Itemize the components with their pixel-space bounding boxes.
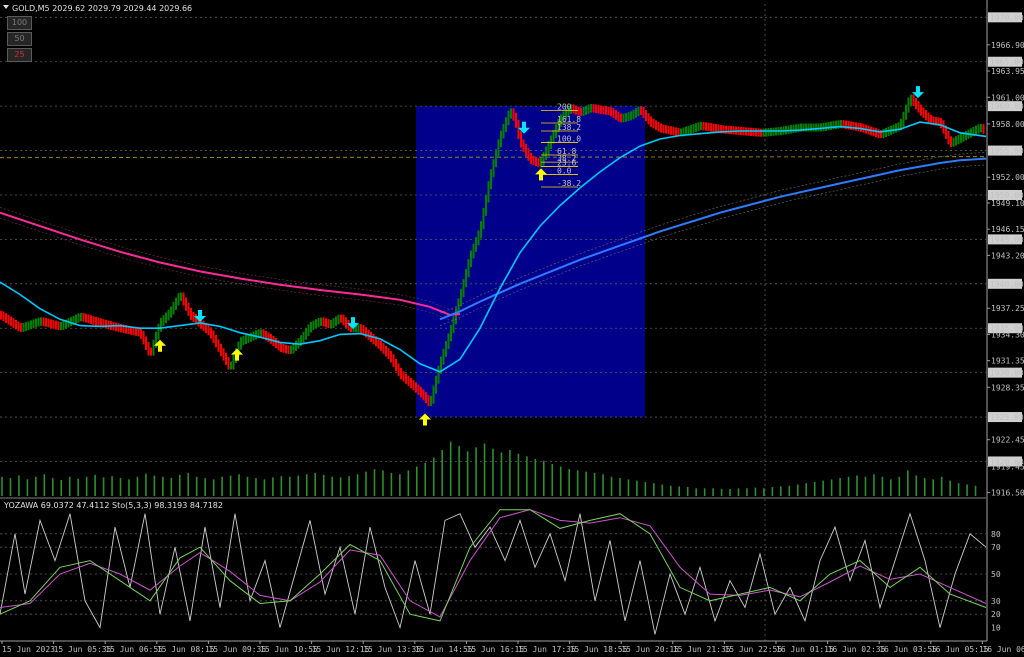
- time-tick-label: 15 Jun 2023: [2, 645, 55, 654]
- price-tick-label: 1952.00: [991, 173, 1024, 182]
- price-tick-label: 1946.15: [991, 225, 1024, 234]
- time-tick-label: 15 Jun 05:35: [54, 645, 112, 654]
- time-tick-label: 15 Jun 22:55: [724, 645, 782, 654]
- price-tick-label: 1916.50: [991, 489, 1024, 498]
- price-tick-label: 1955.00: [990, 147, 1024, 156]
- oscillator-tick-label: 10: [991, 624, 1001, 633]
- time-tick-label: 15 Jun 14:55: [415, 645, 473, 654]
- button-50-label: 50: [14, 34, 25, 43]
- price-tick-label: 1925.00: [990, 413, 1024, 422]
- time-tick-label: 16 Jun 01:15: [776, 645, 834, 654]
- fib-level-label: 100.0: [557, 135, 581, 144]
- price-tick-label: 1961.00: [991, 93, 1024, 102]
- price-tick-label: 1958.00: [991, 120, 1024, 129]
- button-100-label: 100: [11, 18, 28, 27]
- time-tick-label: 15 Jun 09:35: [208, 645, 266, 654]
- time-tick-label: 16 Jun 03:55: [879, 645, 937, 654]
- price-tick-label: 1934.30: [991, 330, 1024, 339]
- fib-level-label: 138.2: [557, 123, 581, 132]
- time-tick-label: 15 Jun 21:35: [673, 645, 731, 654]
- price-tick-label: 1928.35: [991, 383, 1024, 392]
- button-100[interactable]: 100: [7, 16, 32, 30]
- price-tick-label: 1945.00: [990, 235, 1024, 244]
- price-tick-label: 1931.35: [991, 357, 1024, 366]
- price-tick-label: 1940.00: [990, 280, 1024, 289]
- time-tick-label: 15 Jun 06:55: [105, 645, 163, 654]
- chart-header: GOLD,M5 2029.62 2029.79 2029.44 2029.66: [12, 4, 192, 13]
- time-tick-label: 15 Jun 16:15: [466, 645, 524, 654]
- fib-level-label: -38.2: [557, 179, 581, 188]
- button-25-label: 25: [14, 50, 25, 59]
- time-tick-label: 15 Jun 08:15: [157, 645, 215, 654]
- price-tick-label: 1965.00: [990, 58, 1024, 67]
- price-tick-label: 1960.00: [990, 102, 1024, 111]
- time-tick-label: 15 Jun 10:55: [260, 645, 318, 654]
- oscillator-tick-label: 80: [991, 530, 1001, 539]
- oscillator-tick-label: 30: [991, 597, 1001, 606]
- time-tick-label: 16 Jun 06:35: [982, 645, 1024, 654]
- time-tick-label: 15 Jun 20:15: [621, 645, 679, 654]
- chart-canvas: 200161.8138.2100.061.838.223.60.0-38.2YO…: [0, 0, 1024, 657]
- price-tick-label: 1949.10: [991, 199, 1024, 208]
- price-tick-label: 1930.00: [990, 369, 1024, 378]
- oscillator-tick-label: 70: [991, 543, 1001, 552]
- oscillator-title: YOZAWA 69.0372 47.4112 Sto(5,3,3) 98.319…: [3, 501, 223, 510]
- time-tick-label: 15 Jun 17:35: [518, 645, 576, 654]
- oscillator-tick-label: 20: [991, 610, 1001, 619]
- fib-level-label: 200: [557, 103, 572, 112]
- price-tick-label: 1966.90: [991, 41, 1024, 50]
- price-tick-label: 1919.45: [991, 462, 1024, 471]
- time-tick-label: 15 Jun 13:35: [363, 645, 421, 654]
- time-tick-label: 15 Jun 18:55: [570, 645, 628, 654]
- price-tick-label: 1963.95: [991, 67, 1024, 76]
- price-tick-label: 1970.00: [990, 13, 1024, 22]
- time-tick-label: 16 Jun 02:35: [828, 645, 886, 654]
- button-50[interactable]: 50: [7, 32, 32, 46]
- time-tick-label: 16 Jun 05:15: [931, 645, 989, 654]
- fib-level-label: 0.0: [557, 167, 572, 176]
- price-tick-label: 1937.25: [991, 304, 1024, 313]
- oscillator-tick-label: 50: [991, 570, 1001, 579]
- price-tick-label: 1943.20: [991, 251, 1024, 260]
- time-tick-label: 15 Jun 12:15: [312, 645, 370, 654]
- price-tick-label: 1922.45: [991, 436, 1024, 445]
- button-25[interactable]: 25: [7, 48, 32, 62]
